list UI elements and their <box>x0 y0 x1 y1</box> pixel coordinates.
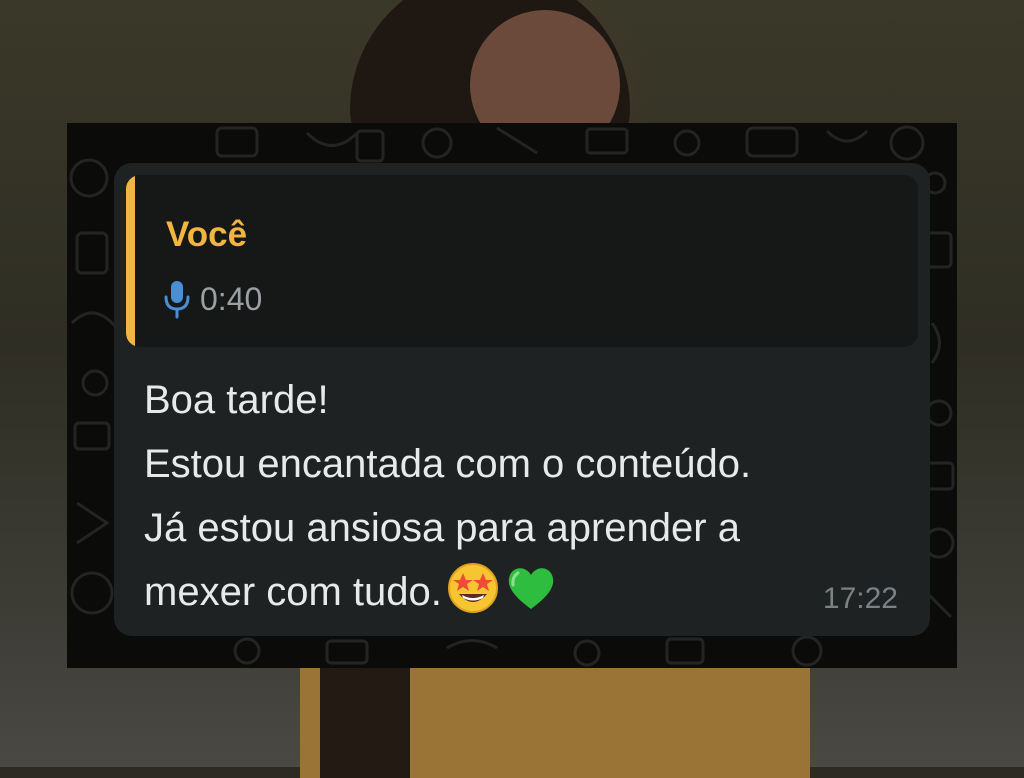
microphone-icon <box>164 281 190 319</box>
quote-accent-bar <box>126 175 135 347</box>
message-line-last: mexer com tudo. <box>144 560 904 624</box>
quoted-reply[interactable]: Você 0:40 <box>126 175 918 347</box>
green-heart-emoji-icon <box>508 568 554 609</box>
photo-hair-lower <box>320 668 410 778</box>
quoted-voice-note: 0:40 <box>162 279 262 319</box>
message-line: Já estou ansiosa para aprender a <box>144 506 740 550</box>
message-bubble[interactable]: Você 0:40 Boa tarde! Estou encantada com… <box>114 163 930 636</box>
message-timestamp: 17:22 <box>822 582 898 615</box>
voice-note-duration: 0:40 <box>200 280 263 317</box>
message-line: mexer com tudo. <box>144 570 442 614</box>
message-line: Boa tarde! <box>144 378 329 422</box>
message-line: Estou encantada com o conteúdo. <box>144 442 752 486</box>
message-text: Boa tarde! Estou encantada com o conteúd… <box>144 368 904 624</box>
chat-screenshot: Você 0:40 Boa tarde! Estou encantada com… <box>67 123 957 668</box>
quote-author: Você <box>166 215 248 254</box>
star-struck-emoji-icon <box>447 563 498 613</box>
